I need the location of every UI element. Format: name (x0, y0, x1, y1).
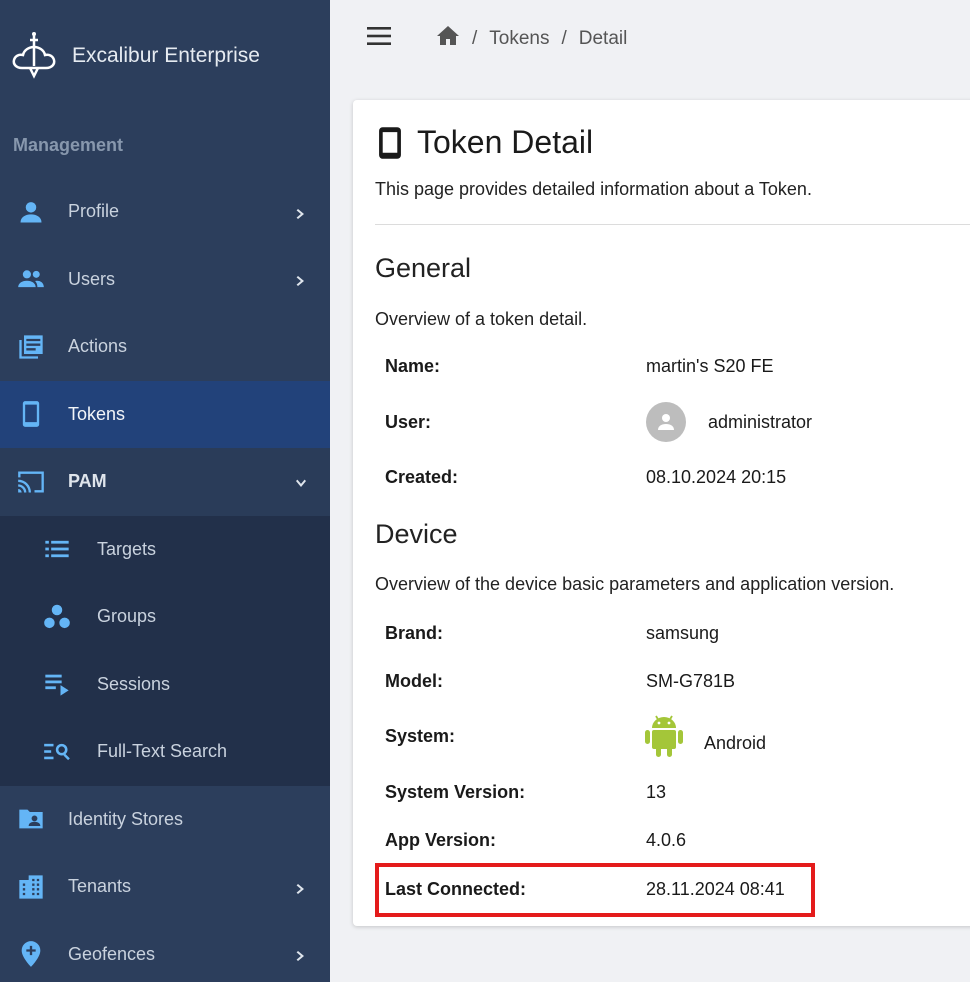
created-value: 08.10.2024 20:15 (646, 467, 787, 487)
avatar (646, 402, 686, 442)
model-label: Model: (385, 671, 443, 691)
android-icon (645, 715, 683, 757)
sidebar-item-tokens[interactable]: Tokens (0, 380, 330, 448)
breadcrumb-tokens[interactable]: Tokens (489, 28, 549, 50)
cast-icon (16, 467, 46, 497)
building-icon (16, 872, 46, 902)
sidebar-item-label: Groups (97, 606, 157, 627)
sidebar-item-geofences[interactable]: Geofences (0, 921, 330, 982)
sidebar-item-label: Identity Stores (68, 808, 184, 829)
sidebar-item-label: Profile (68, 201, 120, 222)
chevron-right-icon (294, 272, 308, 287)
system-label: System: (385, 726, 456, 746)
breadcrumb-detail: Detail (578, 28, 628, 49)
chevron-right-icon (294, 947, 308, 962)
brand-label: Brand: (385, 623, 443, 643)
chevron-right-icon (294, 205, 308, 219)
app-version-value: 4.0.6 (646, 830, 687, 850)
sidebar-item-users[interactable]: Users (0, 246, 330, 314)
chevron-down-icon (294, 475, 308, 489)
phone-icon (16, 399, 46, 429)
sidebar-item-label: Targets (97, 538, 157, 559)
sidebar-item-label: Geofences (68, 943, 156, 964)
breadcrumb-separator: / (561, 28, 567, 49)
breadcrumb-separator: / (472, 28, 478, 49)
sidebar-item-profile[interactable]: Profile (0, 178, 330, 246)
device-heading: Device (375, 519, 458, 549)
brand-name: Excalibur Enterprise (72, 44, 260, 67)
brand-value: samsung (646, 623, 720, 643)
search-list-icon (42, 737, 72, 767)
breadcrumb: / Tokens / Detail (436, 24, 627, 54)
page-subtitle: This page provides detailed information … (375, 179, 812, 199)
sidebar-item-label: Actions (68, 336, 128, 357)
sidebar-item-label: Full-Text Search (97, 741, 228, 762)
groups-icon (42, 602, 72, 632)
sidebar-item-sessions[interactable]: Sessions (0, 651, 330, 719)
person-icon (658, 414, 674, 430)
sidebar-item-pam[interactable]: PAM (0, 448, 330, 516)
sidebar-item-label: PAM (68, 471, 107, 492)
app-version-label: App Version: (385, 830, 497, 850)
system-version-value: 13 (646, 782, 667, 802)
user-value[interactable]: administrator (708, 412, 812, 433)
model-value: SM-G781B (646, 671, 736, 691)
playlist-play-icon (42, 669, 72, 699)
actions-icon (16, 332, 46, 362)
general-heading: General (375, 253, 472, 283)
sword-cloud-logo-icon (12, 32, 56, 79)
hamburger-menu-icon[interactable] (366, 23, 392, 49)
section-label-management: Management (13, 134, 124, 155)
pam-submenu: Targets Groups Sessions Full-Text Search (0, 515, 330, 786)
system-value: Android (704, 733, 767, 753)
chevron-right-icon (294, 880, 308, 894)
users-icon (16, 264, 46, 294)
sidebar-item-targets[interactable]: Targets (0, 516, 330, 584)
person-icon (16, 197, 46, 227)
sidebar-item-label: Tenants (68, 876, 132, 897)
name-value: martin's S20 FE (646, 356, 774, 376)
brand[interactable]: Excalibur Enterprise (0, 0, 330, 112)
page-title-row: Token Detail (375, 124, 593, 161)
home-icon[interactable] (436, 24, 460, 54)
user-label: User: (385, 412, 432, 432)
name-label: Name: (385, 356, 441, 376)
topbar: / Tokens / Detail (330, 0, 970, 74)
sidebar: Excalibur Enterprise Management Profile … (0, 0, 330, 982)
divider (375, 224, 970, 225)
device-description: Overview of the device basic parameters … (375, 574, 895, 594)
system-version-label: System Version: (385, 782, 526, 802)
folder-user-icon (16, 804, 46, 834)
token-detail-card: Token Detail This page provides detailed… (353, 100, 970, 926)
sidebar-item-full-text-search[interactable]: Full-Text Search (0, 718, 330, 786)
sidebar-item-label: Tokens (68, 403, 126, 424)
location-add-icon (16, 939, 46, 969)
sidebar-item-label: Sessions (97, 673, 171, 694)
general-description: Overview of a token detail. (375, 309, 588, 329)
sidebar-item-identity-stores[interactable]: Identity Stores (0, 786, 330, 854)
phone-icon (379, 126, 401, 159)
sidebar-item-label: Users (68, 268, 116, 289)
sidebar-item-groups[interactable]: Groups (0, 583, 330, 651)
page-title: Token Detail (417, 124, 594, 160)
created-label: Created: (385, 467, 459, 487)
sidebar-item-actions[interactable]: Actions (0, 313, 330, 381)
sidebar-item-tenants[interactable]: Tenants (0, 853, 330, 921)
highlight-box (375, 863, 815, 917)
list-icon (42, 534, 72, 564)
